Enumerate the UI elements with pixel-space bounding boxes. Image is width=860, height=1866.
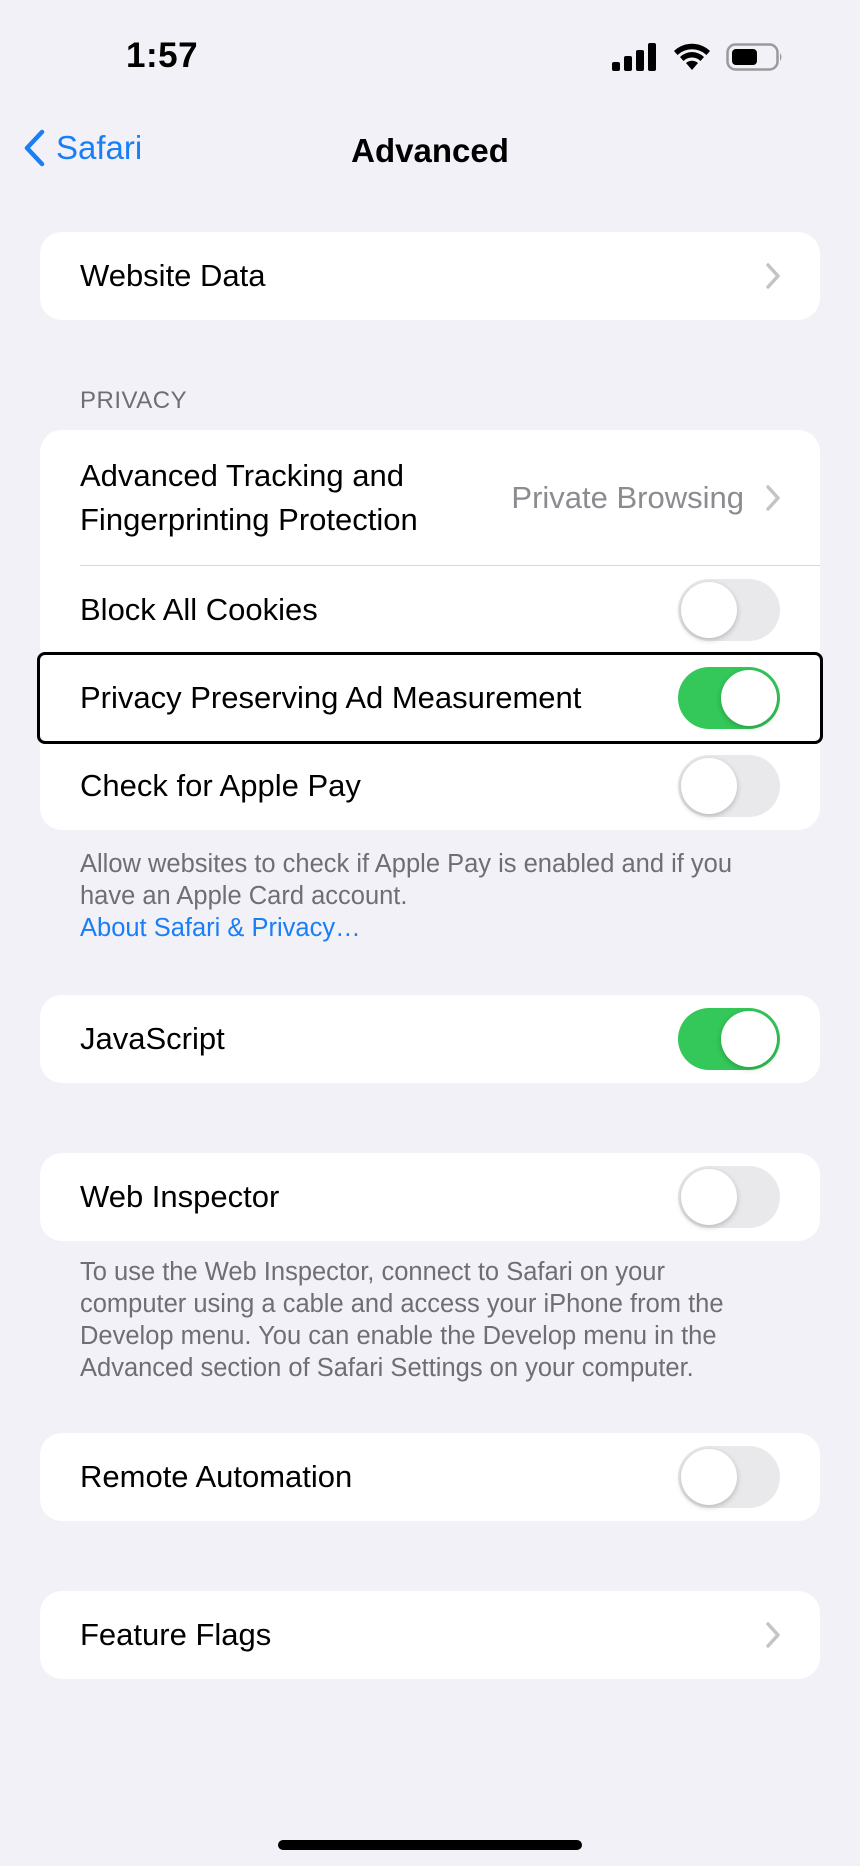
ad-measurement-label: Privacy Preserving Ad Measurement	[80, 680, 582, 715]
privacy-footer-line1: Allow websites to check if Apple Pay is …	[80, 850, 733, 878]
website-data-row[interactable]: Website Data	[40, 232, 820, 320]
battery-icon	[726, 43, 782, 71]
web-inspector-footer-line1: To use the Web Inspector, connect to Saf…	[80, 1258, 665, 1286]
block-all-cookies-label: Block All Cookies	[80, 592, 318, 627]
chevron-right-icon	[766, 485, 780, 511]
remote-automation-row: Remote Automation	[40, 1433, 820, 1521]
javascript-toggle[interactable]	[678, 1008, 780, 1070]
toggle-knob	[681, 582, 737, 638]
cellular-signal-icon	[612, 43, 656, 71]
privacy-group: Advanced Tracking and Fingerprinting Pro…	[40, 430, 820, 830]
navigation-bar: Safari Advanced	[0, 120, 860, 184]
check-apple-pay-label: Check for Apple Pay	[80, 768, 361, 803]
tracking-protection-row[interactable]: Advanced Tracking and Fingerprinting Pro…	[40, 430, 820, 566]
chevron-right-icon	[766, 1622, 780, 1648]
web-inspector-row: Web Inspector	[40, 1153, 820, 1241]
home-indicator	[278, 1840, 582, 1850]
website-data-group: Website Data	[40, 232, 820, 320]
web-inspector-label: Web Inspector	[80, 1179, 280, 1214]
status-time: 1:57	[126, 36, 199, 75]
web-inspector-group: Web Inspector	[40, 1153, 820, 1241]
javascript-group: JavaScript	[40, 995, 820, 1083]
about-safari-privacy-link[interactable]: About Safari & Privacy…	[80, 914, 361, 943]
page-title: Advanced	[351, 132, 509, 169]
web-inspector-footer: To use the Web Inspector, connect to Saf…	[80, 1256, 800, 1384]
privacy-footer: Allow websites to check if Apple Pay is …	[80, 848, 800, 912]
privacy-section-header: PRIVACY	[80, 387, 188, 414]
toggle-knob	[721, 670, 777, 726]
feature-flags-group: Feature Flags	[40, 1591, 820, 1679]
toggle-knob	[681, 758, 737, 814]
status-bar: 1:57	[0, 0, 860, 110]
toggle-knob	[681, 1169, 737, 1225]
toggle-knob	[681, 1449, 737, 1505]
website-data-label: Website Data	[80, 258, 266, 293]
privacy-footer-line2: have an Apple Card account.	[80, 882, 408, 910]
toggle-knob	[721, 1011, 777, 1067]
check-apple-pay-row: Check for Apple Pay	[40, 742, 820, 830]
block-all-cookies-toggle[interactable]	[678, 579, 780, 641]
tracking-protection-label-line2: Fingerprinting Protection	[80, 502, 418, 537]
chevron-right-icon	[766, 263, 780, 289]
ad-measurement-toggle[interactable]	[678, 667, 780, 729]
web-inspector-toggle[interactable]	[678, 1166, 780, 1228]
feature-flags-label: Feature Flags	[80, 1617, 272, 1652]
feature-flags-row[interactable]: Feature Flags	[40, 1591, 820, 1679]
javascript-label: JavaScript	[80, 1021, 225, 1056]
web-inspector-footer-line2: computer using a cable and access your i…	[80, 1290, 724, 1318]
wifi-icon	[674, 43, 710, 70]
remote-automation-toggle[interactable]	[678, 1446, 780, 1508]
web-inspector-footer-line3: Develop menu. You can enable the Develop…	[80, 1322, 717, 1350]
block-all-cookies-row: Block All Cookies	[40, 566, 820, 654]
tracking-protection-label-line1: Advanced Tracking and	[80, 458, 404, 493]
check-apple-pay-toggle[interactable]	[678, 755, 780, 817]
status-icons	[612, 42, 784, 72]
tracking-protection-value: Private Browsing	[511, 480, 744, 515]
remote-automation-label: Remote Automation	[80, 1459, 353, 1494]
remote-automation-group: Remote Automation	[40, 1433, 820, 1521]
tracking-protection-label: Advanced Tracking and Fingerprinting Pro…	[80, 454, 418, 542]
web-inspector-footer-line4: Advanced section of Safari Settings on y…	[80, 1354, 694, 1382]
ad-measurement-row: Privacy Preserving Ad Measurement	[40, 654, 820, 742]
javascript-row: JavaScript	[40, 995, 820, 1083]
